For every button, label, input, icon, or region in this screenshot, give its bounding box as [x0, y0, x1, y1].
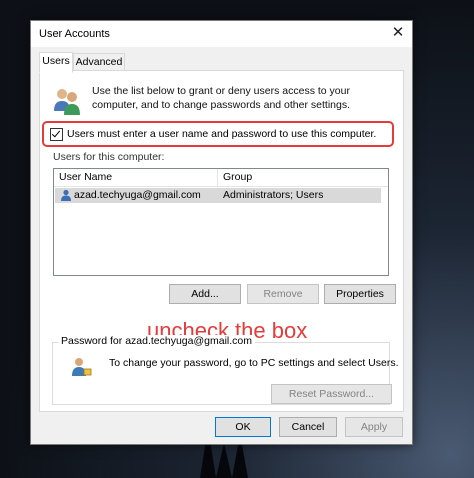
users-list[interactable]: User Name Group azad.techyuga@gmail.com … [53, 168, 389, 343]
tab-users[interactable]: Users [39, 52, 73, 73]
user-name-cell: azad.techyuga@gmail.com [74, 189, 201, 201]
intro-text: Use the list below to grant or deny user… [92, 85, 350, 111]
password-group-title: Password for azad.techyuga@gmail.com [58, 335, 255, 347]
close-icon[interactable]: ✕ [390, 25, 406, 41]
window-title: User Accounts [39, 28, 110, 40]
add-user-button[interactable]: Add... [169, 284, 241, 304]
reset-password-button[interactable]: Reset Password... [271, 384, 392, 404]
properties-button[interactable]: Properties [324, 284, 396, 304]
remove-user-button[interactable]: Remove [247, 284, 319, 304]
password-help-text: To change your password, go to PC settin… [109, 357, 399, 369]
cancel-button[interactable]: Cancel [279, 417, 337, 437]
background-tree [216, 443, 232, 478]
column-group[interactable]: Group [223, 171, 252, 183]
users-tab-panel: Use the list below to grant or deny user… [39, 70, 404, 412]
title-bar: User Accounts ✕ [31, 21, 412, 47]
user-password-icon [72, 358, 92, 376]
user-icon [61, 189, 71, 201]
users-section-label: Users for this computer: [53, 151, 165, 163]
users-group-icon [54, 89, 80, 115]
ok-button[interactable]: OK [215, 417, 271, 437]
annotation-highlight-box [42, 121, 394, 147]
group-cell: Administrators; Users [223, 189, 324, 201]
user-accounts-dialog: User Accounts ✕ Users Advanced Use the l… [30, 20, 413, 445]
table-row[interactable]: azad.techyuga@gmail.com Administrators; … [55, 188, 381, 203]
column-user-name[interactable]: User Name [59, 171, 112, 183]
list-header: User Name Group [54, 169, 388, 187]
column-separator [217, 169, 218, 186]
apply-button[interactable]: Apply [345, 417, 403, 437]
